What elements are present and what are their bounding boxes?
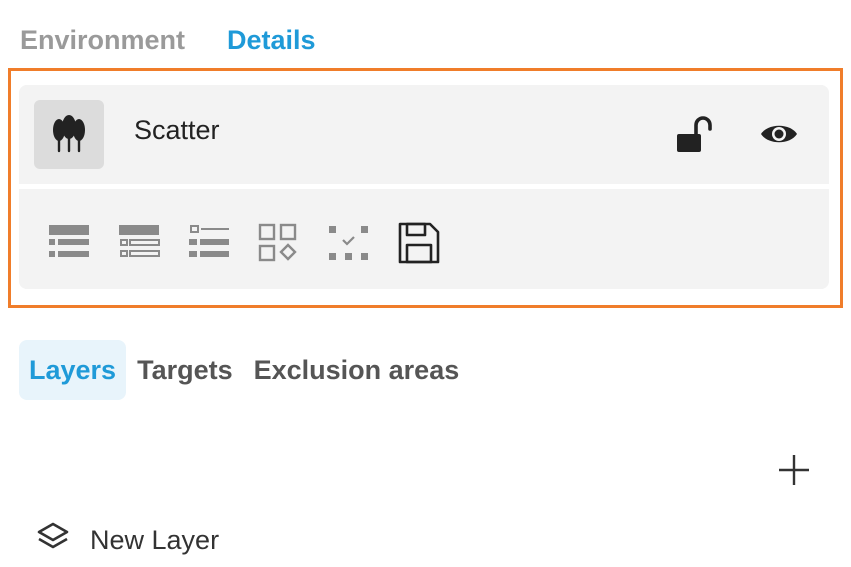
plus-icon[interactable] bbox=[776, 452, 812, 488]
tab-targets[interactable]: Targets bbox=[127, 340, 243, 400]
tab-exclusion-areas[interactable]: Exclusion areas bbox=[244, 340, 470, 400]
sub-tabs: Layers Targets Exclusion areas bbox=[19, 340, 470, 400]
eye-icon[interactable] bbox=[759, 117, 799, 151]
layer-toolbar bbox=[19, 189, 829, 289]
tab-details[interactable]: Details bbox=[227, 25, 316, 56]
grid-shapes-icon[interactable] bbox=[257, 221, 301, 265]
save-icon[interactable] bbox=[397, 221, 441, 265]
trees-icon bbox=[34, 100, 104, 169]
tab-layers[interactable]: Layers bbox=[19, 340, 127, 400]
layer-label: New Layer bbox=[90, 524, 220, 555]
tab-environment[interactable]: Environment bbox=[20, 25, 185, 56]
selection-icon[interactable] bbox=[327, 221, 371, 265]
bulleted-list-icon[interactable] bbox=[117, 221, 161, 265]
layer-card-header[interactable]: Scatter bbox=[19, 85, 829, 184]
checklist-icon[interactable] bbox=[187, 221, 231, 265]
layer-card: Scatter bbox=[19, 85, 829, 289]
list-item[interactable]: New Layer bbox=[36, 518, 219, 562]
unlocked-padlock-icon[interactable] bbox=[674, 116, 714, 156]
top-tabs: Environment Details bbox=[20, 20, 358, 60]
layout-list-icon[interactable] bbox=[47, 221, 91, 265]
layers-icon bbox=[36, 521, 70, 560]
layer-name: Scatter bbox=[134, 115, 220, 145]
